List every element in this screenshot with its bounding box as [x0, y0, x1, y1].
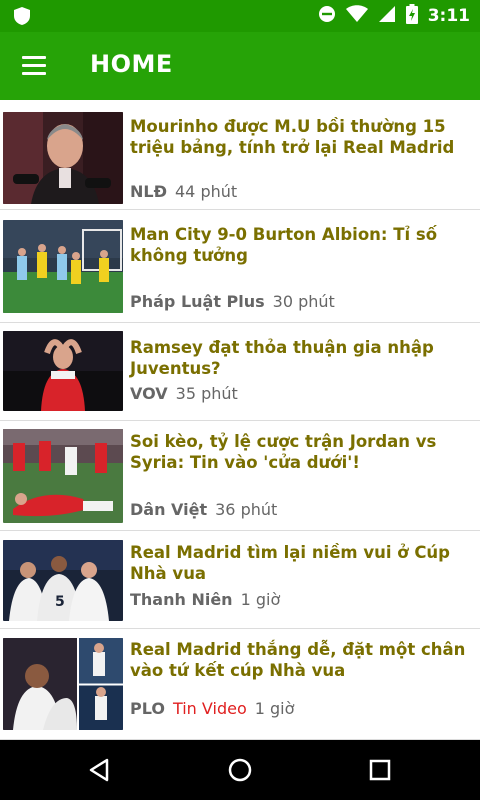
article-title[interactable]: Real Madrid tìm lại niềm vui ở Cúp Nhà v…	[130, 542, 472, 584]
list-item[interactable]: Real Madrid thắng dễ, đặt một chân vào t…	[0, 629, 480, 740]
do-not-disturb-icon	[318, 5, 336, 27]
recents-icon[interactable]	[365, 755, 395, 785]
back-icon[interactable]	[85, 755, 115, 785]
article-time: 30 phút	[272, 292, 335, 311]
article-source: Pháp Luật Plus	[130, 292, 265, 311]
article-thumbnail: 5	[3, 540, 123, 621]
status-time: 3:11	[427, 6, 470, 26]
article-meta: NLĐ 44 phút	[130, 182, 237, 201]
svg-text:5: 5	[55, 594, 65, 610]
article-title[interactable]: Man City 9-0 Burton Albion: Tỉ số không …	[130, 224, 472, 266]
article-source: PLO	[130, 699, 165, 718]
article-time: 1 giờ	[254, 699, 295, 718]
shield-icon	[12, 6, 32, 26]
battery-charging-icon	[405, 4, 418, 28]
page-title: HOME	[90, 50, 173, 78]
article-meta: Thanh Niên 1 giờ	[130, 590, 280, 609]
list-item[interactable]: Soi kèo, tỷ lệ cược trận Jordan vs Syria…	[0, 421, 480, 531]
article-source: NLĐ	[130, 182, 167, 201]
article-meta: PLO Tin Video 1 giờ	[130, 699, 294, 718]
article-source: Thanh Niên	[130, 590, 233, 609]
article-thumbnail	[3, 638, 123, 730]
list-item[interactable]: 5 Real Madrid tìm lại niềm vui ở Cúp Nhà…	[0, 531, 480, 629]
home-icon[interactable]	[225, 755, 255, 785]
article-thumbnail	[3, 331, 123, 411]
hamburger-menu-icon[interactable]	[20, 52, 48, 80]
article-time: 1 giờ	[240, 590, 281, 609]
article-thumbnail	[3, 112, 123, 204]
article-thumbnail	[3, 220, 123, 313]
article-list[interactable]: Mourinho được M.U bồi thường 15 triệu bả…	[0, 100, 480, 740]
app-bar: HOME	[0, 32, 480, 100]
list-item[interactable]: Man City 9-0 Burton Albion: Tỉ số không …	[0, 210, 480, 323]
article-thumbnail	[3, 429, 123, 523]
navigation-bar	[0, 740, 480, 800]
article-meta: Pháp Luật Plus 30 phút	[130, 292, 335, 311]
article-meta: Dân Việt 36 phút	[130, 500, 277, 519]
article-time: 35 phút	[175, 384, 238, 403]
article-time: 44 phút	[175, 182, 238, 201]
article-meta: VOV 35 phút	[130, 384, 238, 403]
article-source: VOV	[130, 384, 168, 403]
article-time: 36 phút	[215, 500, 278, 519]
list-item[interactable]: Mourinho được M.U bồi thường 15 triệu bả…	[0, 100, 480, 210]
signal-icon	[378, 5, 396, 27]
list-item[interactable]: Ramsey đạt thỏa thuận gia nhập Juventus?…	[0, 323, 480, 421]
article-title[interactable]: Mourinho được M.U bồi thường 15 triệu bả…	[130, 116, 472, 158]
article-source: Dân Việt	[130, 500, 208, 519]
article-title[interactable]: Soi kèo, tỷ lệ cược trận Jordan vs Syria…	[130, 431, 472, 473]
article-title[interactable]: Ramsey đạt thỏa thuận gia nhập Juventus?	[130, 337, 472, 379]
article-title[interactable]: Real Madrid thắng dễ, đặt một chân vào t…	[130, 639, 472, 681]
video-tag: Tin Video	[172, 699, 247, 718]
wifi-icon	[345, 5, 368, 27]
status-bar: 3:11	[0, 0, 480, 32]
